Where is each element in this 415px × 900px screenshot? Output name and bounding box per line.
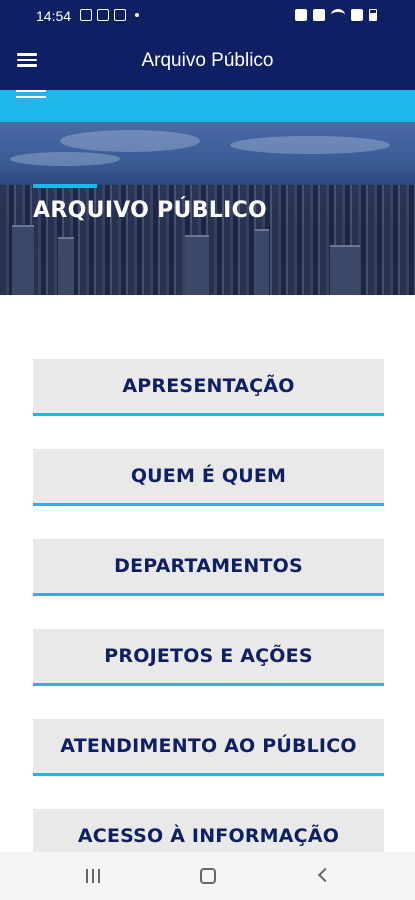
system-icons bbox=[295, 9, 377, 21]
status-bar: 14:54 bbox=[0, 0, 415, 33]
recent-apps-icon[interactable] bbox=[86, 869, 100, 883]
system-nav-bar bbox=[0, 852, 415, 900]
cloud bbox=[60, 130, 200, 152]
alarm-icon bbox=[295, 9, 307, 21]
hero-banner: ARQUIVO PÚBLICO bbox=[0, 122, 415, 295]
menu-item-label: PROJETOS E AÇÕES bbox=[104, 645, 313, 667]
hero-title: ARQUIVO PÚBLICO bbox=[33, 198, 268, 223]
cloud bbox=[230, 136, 390, 154]
building bbox=[12, 225, 34, 295]
menu-item-label: QUEM É QUEM bbox=[130, 465, 287, 487]
app-b-icon bbox=[97, 9, 109, 21]
more-notifications-icon bbox=[135, 13, 139, 17]
menu-item-label: DEPARTAMENTOS bbox=[114, 555, 303, 577]
title-accent-line bbox=[33, 184, 97, 188]
site-menu-icon[interactable] bbox=[16, 90, 50, 104]
home-icon[interactable] bbox=[200, 868, 216, 884]
menu-item-label: ATENDIMENTO AO PÚBLICO bbox=[60, 735, 357, 757]
cloud bbox=[10, 152, 120, 166]
page-title: Arquivo Público bbox=[141, 50, 274, 71]
app-bar: Arquivo Público bbox=[0, 33, 415, 90]
mute-icon bbox=[313, 9, 325, 21]
menu-item-label: ACESSO À INFORMAÇÃO bbox=[77, 825, 340, 847]
building bbox=[255, 229, 269, 295]
building bbox=[185, 235, 209, 295]
wifi-icon bbox=[331, 9, 345, 21]
menu-item-apresentacao[interactable]: APRESENTAÇÃO bbox=[33, 359, 384, 416]
menu-item-quem-e-quem[interactable]: QUEM É QUEM bbox=[33, 449, 384, 506]
back-icon[interactable] bbox=[317, 867, 333, 883]
instagram-icon bbox=[114, 9, 126, 21]
screen-icon bbox=[80, 9, 92, 21]
site-header-band bbox=[0, 90, 415, 122]
menu-item-atendimento[interactable]: ATENDIMENTO AO PÚBLICO bbox=[33, 719, 384, 776]
menu-item-departamentos[interactable]: DEPARTAMENTOS bbox=[33, 539, 384, 596]
status-time: 14:54 bbox=[36, 8, 72, 24]
menu-item-label: APRESENTAÇÃO bbox=[122, 375, 295, 397]
notification-icons bbox=[80, 9, 139, 21]
signal-icon bbox=[351, 9, 363, 21]
building bbox=[58, 237, 74, 295]
menu-item-projetos-e-acoes[interactable]: PROJETOS E AÇÕES bbox=[33, 629, 384, 686]
battery-icon bbox=[369, 9, 377, 21]
building bbox=[330, 245, 360, 295]
